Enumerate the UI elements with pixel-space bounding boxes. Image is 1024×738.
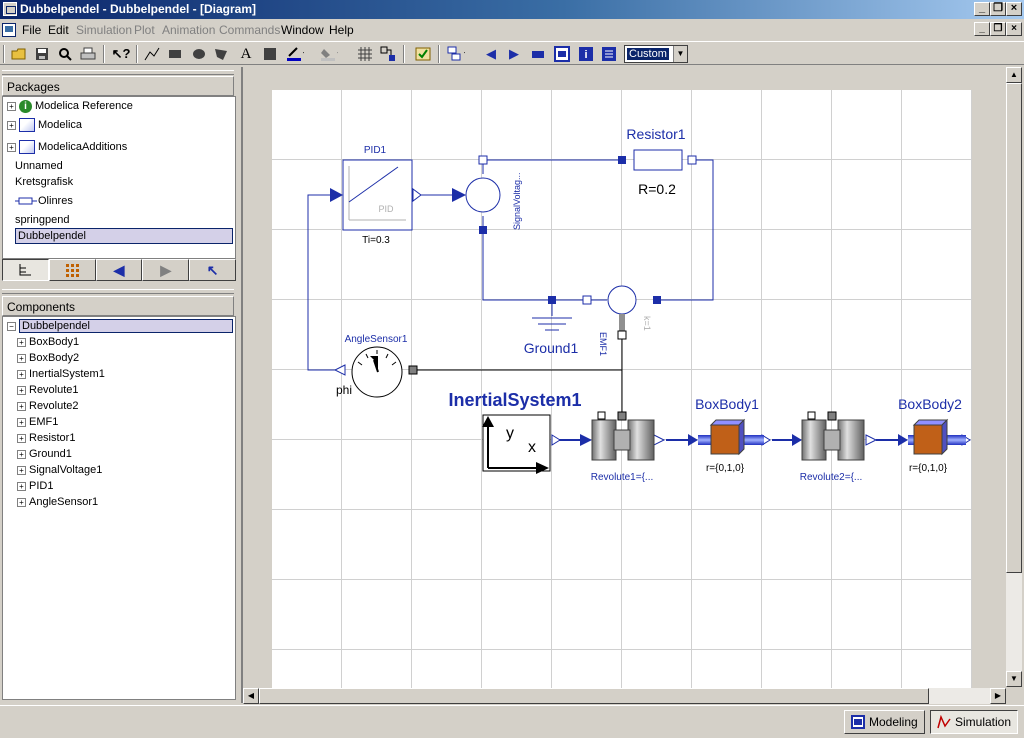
scroll-left-button[interactable]: ◀ [243, 688, 259, 704]
inertial-axis-x: x [528, 439, 536, 456]
boxbody2-param: r={0,1,0} [909, 463, 948, 474]
boxbody2[interactable]: BoxBody2 r={0,1,0} [898, 396, 966, 474]
scroll-up-button[interactable]: ▲ [1006, 67, 1022, 83]
boxbody1-label: BoxBody1 [695, 396, 759, 412]
revolute1[interactable]: Revolute1={... [591, 411, 655, 483]
horizontal-scroll-thumb[interactable] [259, 688, 929, 704]
vertical-scrollbar[interactable]: ▲ ▼ [1006, 67, 1022, 687]
boxbody1-param: r={0,1,0} [706, 463, 745, 474]
simulation-icon [937, 715, 951, 729]
ground[interactable]: Ground1 [524, 296, 579, 356]
boxbody2-label: BoxBody2 [898, 396, 962, 412]
inertial-system[interactable]: y x InertialSystem1 [448, 390, 582, 474]
angle-sensor[interactable]: AngleSensor1 phi [333, 334, 418, 398]
emf-label: EMF1 [598, 332, 608, 356]
emf-param: k=1 [642, 316, 652, 331]
simulation-label: Simulation [955, 715, 1012, 729]
ground-label: Ground1 [524, 340, 579, 356]
diagram-overlay: PID1 PID Ti=0.3 SignalVoltag... Resistor… [307, 126, 971, 483]
simulation-mode-button[interactable]: Simulation [930, 710, 1019, 734]
scroll-right-button[interactable]: ▶ [990, 688, 1006, 704]
pid-label: PID1 [364, 145, 387, 156]
status-bar: Modeling Simulation [0, 705, 1024, 738]
horizontal-scrollbar[interactable]: ◀ ▶ [243, 688, 1006, 704]
angle-sensor-label: AngleSensor1 [345, 334, 408, 345]
modeling-icon [851, 715, 865, 729]
pid-param: Ti=0.3 [362, 235, 390, 246]
angle-sensor-output: phi [336, 383, 352, 397]
modeling-label: Modeling [869, 715, 918, 729]
modeling-mode-button[interactable]: Modeling [844, 710, 925, 734]
revolute2-label: Revolute2={... [800, 472, 863, 483]
boxbody1[interactable]: BoxBody1 r={0,1,0} [695, 396, 764, 474]
revolute1-label: Revolute1={... [591, 472, 654, 483]
signal-voltage[interactable]: SignalVoltag... [452, 155, 522, 234]
resistor-param: R=0.2 [638, 181, 676, 197]
signal-voltage-label: SignalVoltag... [512, 172, 522, 230]
pid-block[interactable]: PID1 PID Ti=0.3 [330, 145, 422, 246]
pid-inner-label: PID [378, 204, 394, 214]
resistor-label: Resistor1 [626, 126, 685, 142]
resistor[interactable]: Resistor1 R=0.2 [618, 126, 697, 197]
revolute2[interactable]: Revolute2={... [800, 411, 865, 483]
inertial-label: InertialSystem1 [448, 390, 581, 410]
vertical-scroll-thumb[interactable] [1006, 83, 1022, 573]
inertial-axis-y: y [506, 425, 514, 442]
scroll-down-button[interactable]: ▼ [1006, 671, 1022, 687]
